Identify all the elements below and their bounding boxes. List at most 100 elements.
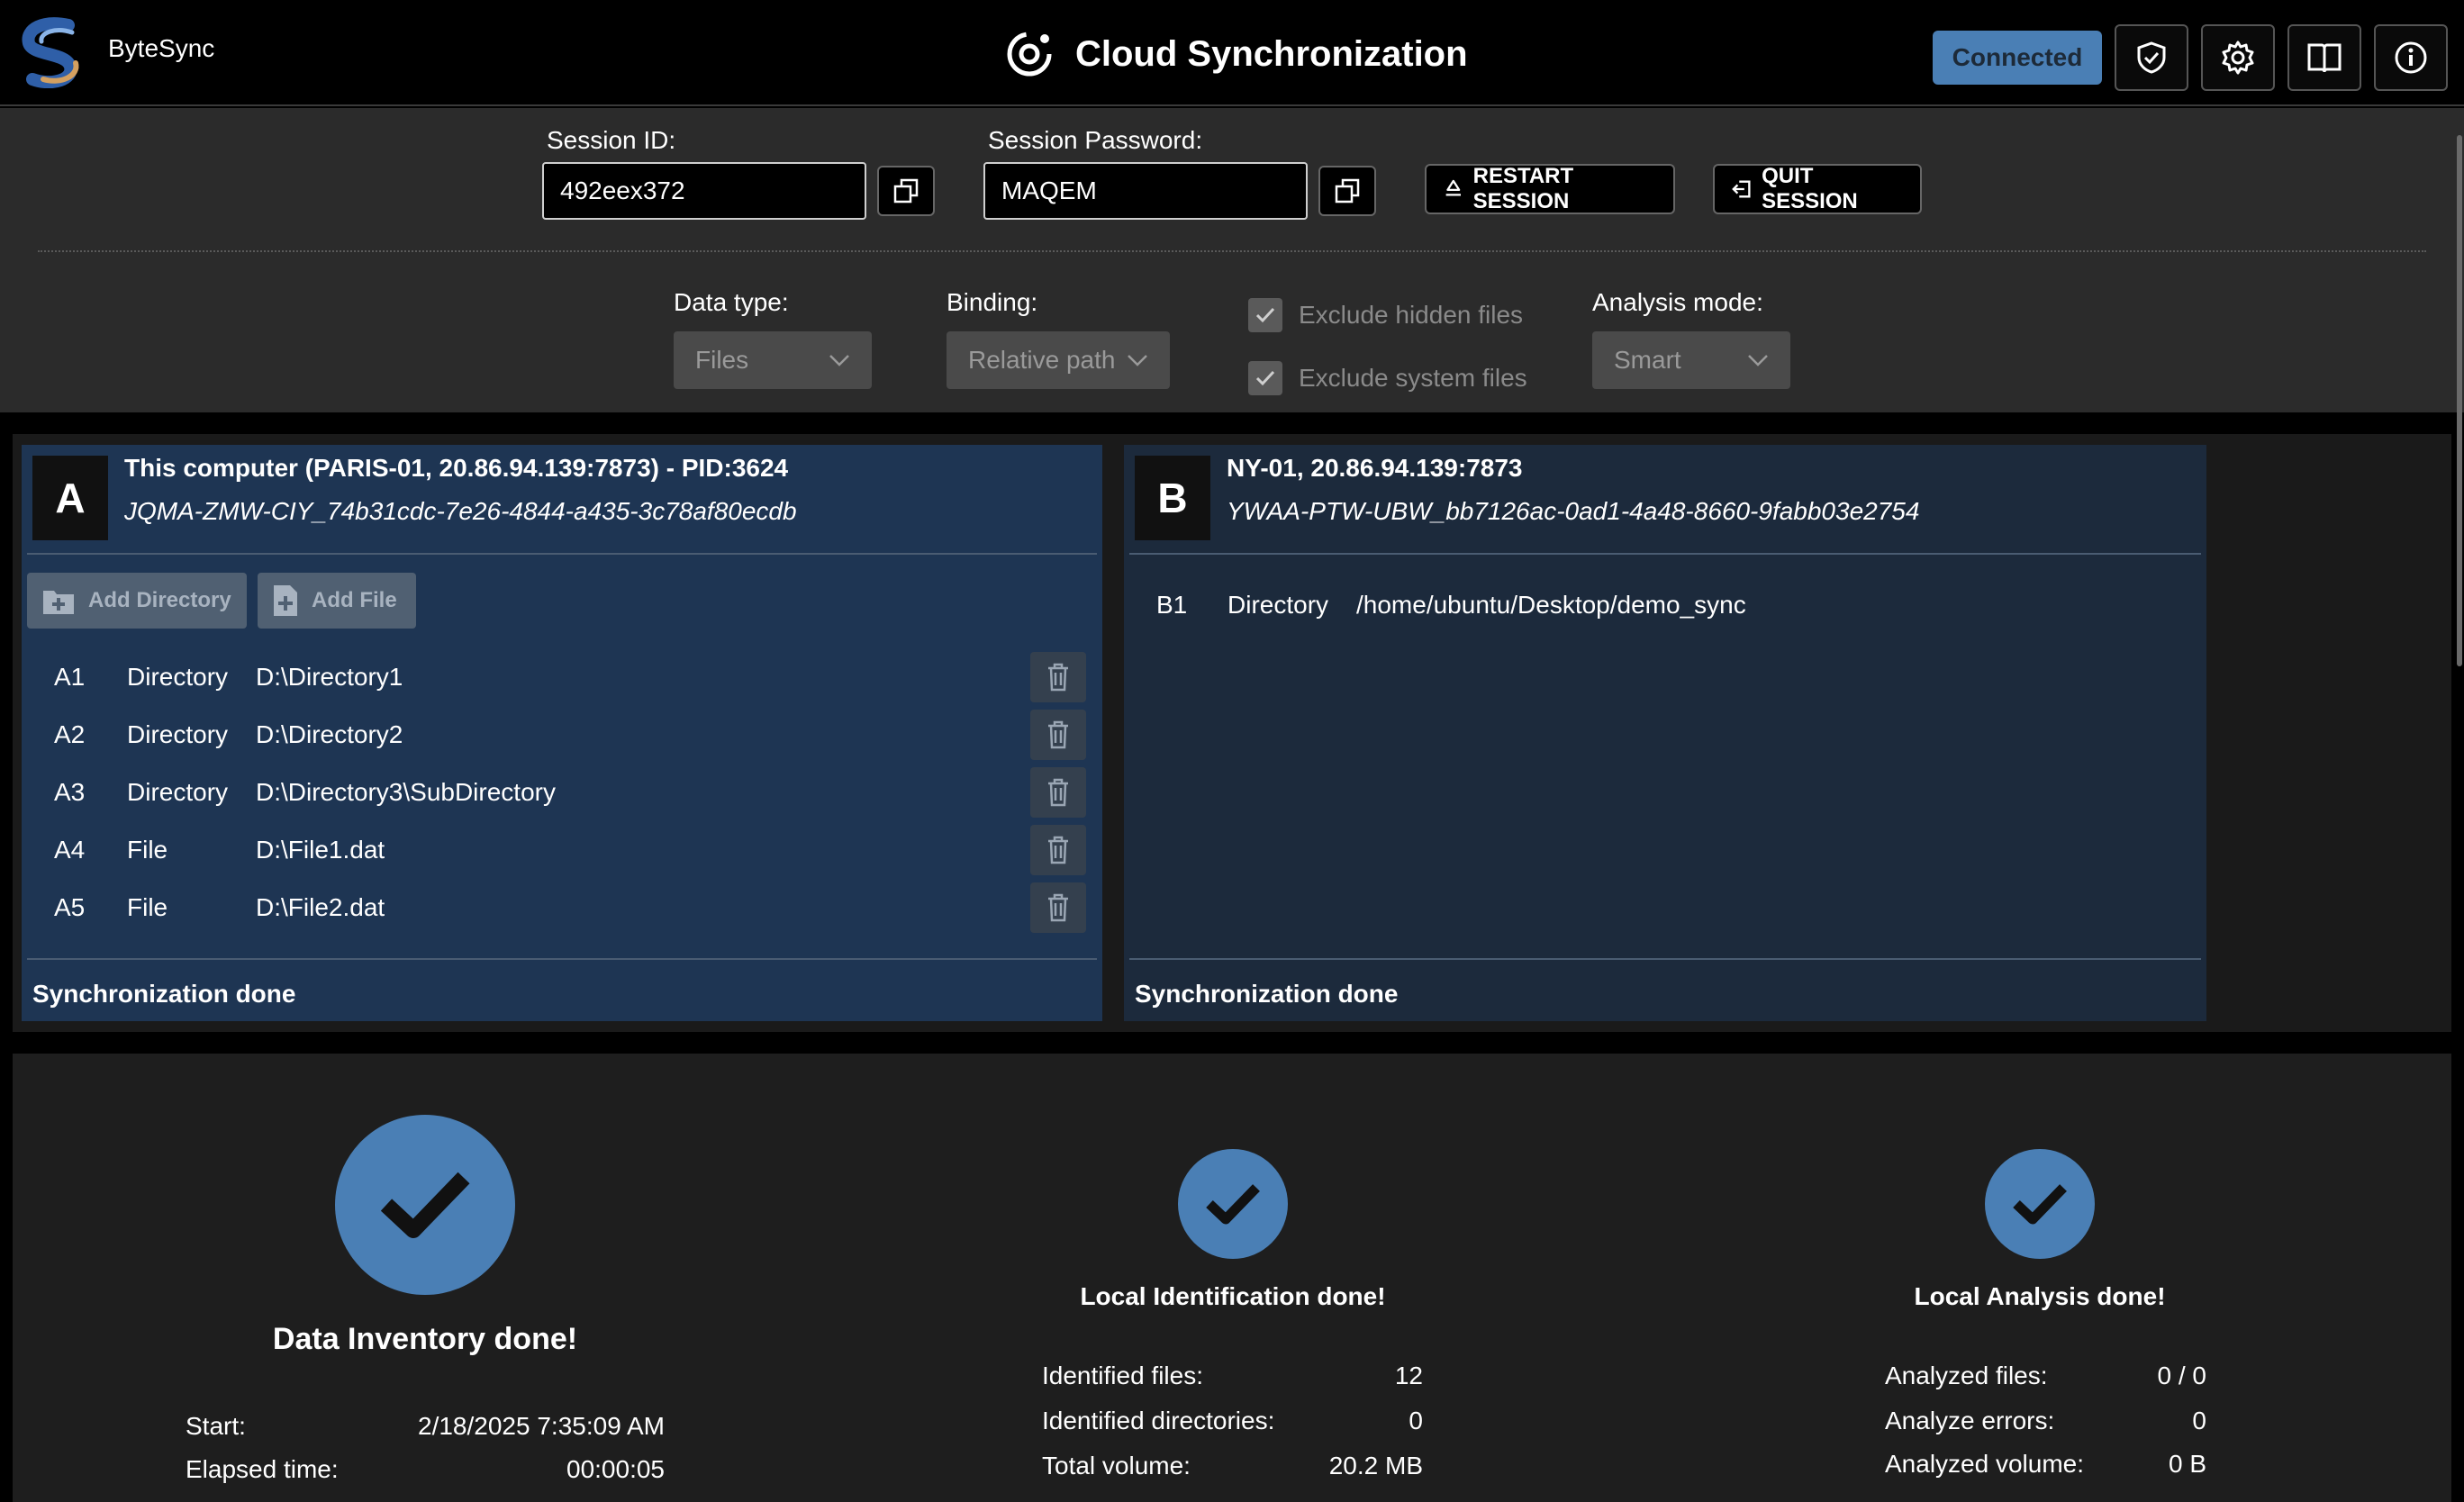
chevron-down-icon <box>1748 355 1768 366</box>
page-title-group: Cloud Synchronization <box>1003 25 1468 83</box>
data-type-select[interactable]: Files <box>674 331 872 389</box>
trash-icon <box>1048 720 1068 749</box>
quit-session-label: QUIT SESSION <box>1762 164 1858 213</box>
analyze-errors-value: 0 <box>2192 1407 2206 1434</box>
trash-icon <box>1048 836 1068 864</box>
member-panel-b: B NY-01, 20.86.94.139:7873 YWAA-PTW-UBW_… <box>1124 445 2206 1021</box>
member-id: JQMA-ZMW-CIY_74b31cdc-7e26-4844-a435-3c7… <box>124 497 797 525</box>
data-type-label: Data type: <box>674 288 789 316</box>
session-panel: Session ID: 492eex372 Session Password: … <box>0 108 2464 412</box>
inventory-title: Data Inventory done! <box>272 1322 578 1356</box>
trust-button[interactable] <box>2115 24 2188 91</box>
item-type: File <box>127 893 168 921</box>
header-actions: Connected <box>1933 24 2448 91</box>
binding-select[interactable]: Relative path <box>947 331 1170 389</box>
member-letter: A <box>32 456 108 540</box>
progress-summary: Data Inventory done! Start: 2/18/2025 7:… <box>13 1054 2451 1502</box>
identified-directories-label: Identified directories: <box>1042 1407 1275 1434</box>
divider <box>27 958 1097 960</box>
identification-title: Local Identification done! <box>1080 1282 1386 1310</box>
copy-icon <box>1335 178 1360 204</box>
exclude-system-checkbox[interactable]: Exclude system files <box>1248 361 1527 395</box>
delete-button[interactable] <box>1030 767 1086 818</box>
inventory-elapsed-label: Elapsed time: <box>186 1455 339 1483</box>
exit-icon <box>1732 180 1751 198</box>
shield-check-icon <box>2137 41 2166 74</box>
checkmark-icon <box>2013 1184 2067 1225</box>
divider <box>1129 958 2201 960</box>
checkmark-icon <box>1255 370 1275 386</box>
delete-button[interactable] <box>1030 652 1086 702</box>
gear-icon <box>2222 41 2254 75</box>
item-code: A3 <box>54 778 86 806</box>
binding-label: Binding: <box>947 288 1038 316</box>
list-item: A5 File D:\File2.dat <box>22 882 1102 933</box>
exclude-hidden-checkbox[interactable]: Exclude hidden files <box>1248 298 1523 332</box>
identified-files-value: 12 <box>1394 1362 1423 1389</box>
connection-status-badge[interactable]: Connected <box>1933 31 2102 85</box>
session-id-field[interactable]: 492eex372 <box>542 162 866 220</box>
item-type: File <box>127 836 168 864</box>
item-code: A4 <box>54 836 86 864</box>
item-path: D:\Directory2 <box>256 720 403 748</box>
item-code: A1 <box>54 663 86 691</box>
checkbox-box <box>1248 361 1282 395</box>
chevron-down-icon <box>1128 355 1147 366</box>
inventory-start-value: 2/18/2025 7:35:09 AM <box>418 1412 665 1440</box>
chevron-down-icon <box>829 355 849 366</box>
copy-session-id-button[interactable] <box>877 166 935 216</box>
item-code: A2 <box>54 720 86 748</box>
item-path: /home/ubuntu/Desktop/demo_sync <box>1356 591 1746 619</box>
file-plus-icon <box>274 585 297 616</box>
item-type: Directory <box>127 778 229 806</box>
identification-status-circle <box>1178 1149 1288 1259</box>
total-volume-value: 20.2 MB <box>1328 1452 1423 1479</box>
app-header: ByteSync Cloud Synchronization Connected <box>0 0 2464 106</box>
delete-button[interactable] <box>1030 710 1086 760</box>
restart-session-button[interactable]: RESTART SESSION <box>1425 164 1675 214</box>
analyzed-files-label: Analyzed files: <box>1885 1362 2048 1389</box>
app-name: ByteSync <box>108 34 215 62</box>
divider <box>38 250 2426 252</box>
item-code: A5 <box>54 893 86 921</box>
add-file-label: Add File <box>312 588 397 612</box>
delete-button[interactable] <box>1030 825 1086 875</box>
identified-files-label: Identified files: <box>1042 1362 1203 1389</box>
item-type: Directory <box>127 663 229 691</box>
scrollbar[interactable] <box>2457 135 2462 666</box>
item-path: D:\Directory1 <box>256 663 403 691</box>
session-password-label: Session Password: <box>988 126 1203 154</box>
exclude-system-label: Exclude system files <box>1299 364 1527 392</box>
analyzed-volume-value: 0 B <box>2168 1450 2206 1478</box>
add-file-button[interactable]: Add File <box>258 573 416 629</box>
about-button[interactable] <box>2374 24 2448 91</box>
item-type: Directory <box>1227 591 1329 619</box>
analysis-title: Local Analysis done! <box>1914 1282 2166 1310</box>
list-item: A4 File D:\File1.dat <box>22 825 1102 875</box>
checkbox-box <box>1248 298 1282 332</box>
member-letter: B <box>1135 456 1210 540</box>
item-type: Directory <box>127 720 229 748</box>
item-code: B1 <box>1156 591 1188 619</box>
info-icon <box>2395 41 2427 74</box>
settings-button[interactable] <box>2201 24 2275 91</box>
cloud-sync-icon <box>1007 32 1052 77</box>
trash-icon <box>1048 778 1068 807</box>
trash-icon <box>1048 893 1068 922</box>
quit-session-button[interactable]: QUIT SESSION <box>1713 164 1922 214</box>
copy-session-password-button[interactable] <box>1318 166 1376 216</box>
delete-button[interactable] <box>1030 882 1086 933</box>
add-directory-button[interactable]: Add Directory <box>27 573 247 629</box>
copy-icon <box>893 178 919 204</box>
documentation-button[interactable] <box>2287 24 2361 91</box>
analysis-mode-select[interactable]: Smart <box>1592 331 1790 389</box>
list-item: A3 Directory D:\Directory3\SubDirectory <box>22 767 1102 818</box>
data-type-value: Files <box>695 346 749 374</box>
session-password-field[interactable]: MAQEM <box>983 162 1308 220</box>
list-item: B1 Directory /home/ubuntu/Desktop/demo_s… <box>1124 580 2206 630</box>
item-path: D:\Directory3\SubDirectory <box>256 778 556 806</box>
member-panel-a: A This computer (PARIS-01, 20.86.94.139:… <box>22 445 1102 1021</box>
member-status: Synchronization done <box>1135 980 1399 1008</box>
total-volume-label: Total volume: <box>1042 1452 1191 1479</box>
book-icon <box>2307 43 2342 73</box>
